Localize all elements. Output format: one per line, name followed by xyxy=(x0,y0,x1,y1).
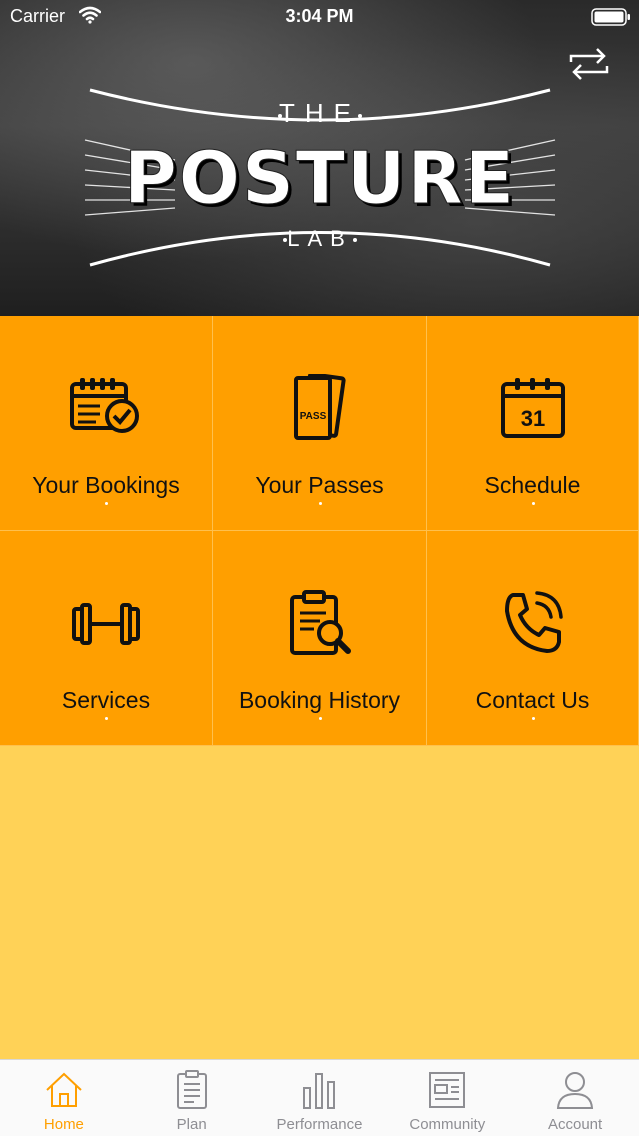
clock-time: 3:04 PM xyxy=(285,6,354,26)
tile-contact-us[interactable]: Contact Us xyxy=(427,531,639,746)
tab-label: Community xyxy=(409,1116,486,1133)
clipboard-search-icon xyxy=(289,590,351,655)
bar-chart-icon xyxy=(303,1073,336,1109)
tile-label: Schedule xyxy=(484,472,581,498)
tile-indicator xyxy=(531,502,535,505)
menu-grid: Your Bookings PASS Your Passes 31 Schedu… xyxy=(0,316,639,746)
tile-label: Your Passes xyxy=(255,472,384,498)
tile-indicator xyxy=(318,502,322,505)
tab-label: Home xyxy=(43,1116,84,1133)
tile-indicator xyxy=(318,717,322,720)
tile-indicator xyxy=(105,502,108,505)
tile-indicator xyxy=(105,717,108,720)
tile-schedule[interactable]: 31 Schedule xyxy=(427,316,639,531)
tile-label: Booking History xyxy=(238,687,401,713)
home-icon xyxy=(46,1072,82,1107)
brand-logo: THE POSTURE LAB xyxy=(80,80,560,270)
logo-lab: LAB xyxy=(287,226,353,251)
clipboard-icon xyxy=(176,1070,207,1109)
pass-icon-text: PASS xyxy=(299,411,326,422)
calendar-day-text: 31 xyxy=(520,406,544,431)
calendar-check-icon xyxy=(70,378,139,433)
tile-indicator xyxy=(531,717,535,720)
pass-tickets-icon: PASS xyxy=(293,374,346,440)
logo-the: THE xyxy=(279,98,361,128)
repeat-arrows-icon[interactable] xyxy=(567,44,611,84)
tab-label: Performance xyxy=(276,1116,363,1133)
phone-ringing-icon xyxy=(504,591,563,653)
tile-label: Contact Us xyxy=(475,687,590,713)
logo-posture: POSTURE xyxy=(123,136,517,221)
tab-community[interactable]: Community xyxy=(383,1060,511,1136)
user-icon xyxy=(557,1072,594,1109)
tab-performance[interactable]: Performance xyxy=(256,1060,384,1136)
tab-label: Account xyxy=(547,1116,603,1133)
status-bar: Carrier 3:04 PM xyxy=(0,0,639,34)
tile-services[interactable]: Services xyxy=(0,531,213,746)
hero-header: Carrier 3:04 PM THE POSTURE LAB xyxy=(0,0,639,316)
calendar-31-icon: 31 xyxy=(500,378,565,438)
tile-booking-history[interactable]: Booking History xyxy=(213,531,427,746)
tab-account[interactable]: Account xyxy=(511,1060,639,1136)
dumbbell-icon xyxy=(72,603,140,645)
tab-home[interactable]: Home xyxy=(0,1060,128,1136)
tile-label: Services xyxy=(61,687,151,713)
tile-your-passes[interactable]: PASS Your Passes xyxy=(213,316,427,531)
tile-label: Your Bookings xyxy=(32,472,180,498)
battery-icon xyxy=(591,8,630,26)
tab-plan[interactable]: Plan xyxy=(128,1060,256,1136)
tab-label: Plan xyxy=(176,1116,207,1133)
tile-your-bookings[interactable]: Your Bookings xyxy=(0,316,213,531)
newspaper-icon xyxy=(429,1072,466,1108)
bottom-tab-bar: Home Plan Performance Community Account xyxy=(0,1059,639,1136)
